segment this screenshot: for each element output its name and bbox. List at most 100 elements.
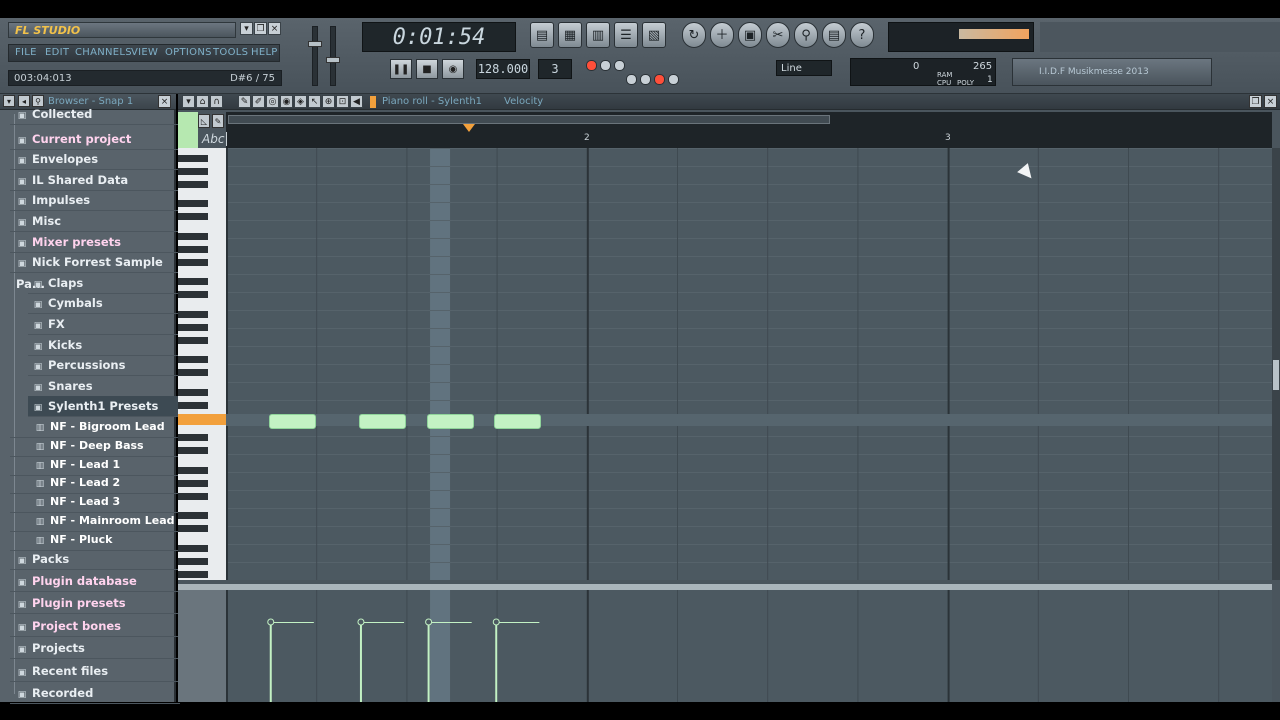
- black-key[interactable]: [178, 570, 208, 578]
- browser-folder[interactable]: ▣ IL Shared Data: [10, 170, 180, 191]
- project-info-icon[interactable]: ▤: [822, 22, 846, 48]
- playlist-icon[interactable]: ▤: [530, 22, 554, 48]
- pattern-selector[interactable]: 3: [538, 59, 572, 79]
- black-key[interactable]: [178, 447, 208, 454]
- velocity-editor[interactable]: [226, 590, 1272, 702]
- browser-folder[interactable]: ▣ Plugin presets: [10, 593, 180, 615]
- browser-subfolder[interactable]: ▣ Cymbals: [28, 293, 178, 315]
- vertical-scroll-thumb[interactable]: [1273, 360, 1279, 390]
- minimize-icon[interactable]: ▾: [240, 22, 253, 35]
- browser-folder[interactable]: ▣ Projects: [10, 638, 180, 660]
- black-key[interactable]: [178, 492, 208, 500]
- piano-keyboard[interactable]: [178, 148, 226, 580]
- browser-subfolder[interactable]: ▣ Kicks: [28, 335, 178, 356]
- zoom-tool-icon[interactable]: ⊕: [322, 95, 335, 108]
- record-button[interactable]: ◉: [442, 59, 464, 79]
- note[interactable]: [494, 414, 542, 429]
- magnet-icon[interactable]: ⌂: [196, 95, 209, 108]
- stop-button[interactable]: ■: [416, 59, 438, 79]
- black-key[interactable]: [178, 232, 208, 240]
- menu-help[interactable]: HELP: [251, 47, 278, 58]
- target-channel-tab[interactable]: [178, 112, 198, 148]
- black-key[interactable]: [178, 310, 208, 318]
- black-key[interactable]: [178, 388, 208, 396]
- browser-subfolder-selected[interactable]: ▣ Sylenth1 Presets: [28, 396, 178, 418]
- black-key[interactable]: [178, 200, 208, 207]
- snap-led[interactable]: [667, 74, 679, 85]
- browser-subfolder[interactable]: ▣ Percussions: [28, 355, 178, 377]
- black-key[interactable]: [178, 356, 208, 363]
- blend-led[interactable]: [626, 74, 637, 85]
- browser-folder[interactable]: ▣ Project bones: [10, 616, 180, 637]
- browser-folder[interactable]: ▣ Mixer presets: [10, 232, 180, 253]
- browser-folder[interactable]: ▣ Current project: [10, 129, 180, 150]
- note[interactable]: [426, 414, 474, 429]
- velocity-stem[interactable]: [427, 622, 430, 702]
- new-pattern-icon[interactable]: ＋: [710, 22, 734, 48]
- restore-icon[interactable]: ❐: [254, 22, 267, 35]
- browser-icon[interactable]: ☰: [614, 22, 638, 48]
- note[interactable]: [268, 414, 316, 429]
- black-key[interactable]: [178, 180, 208, 188]
- save-icon[interactable]: ▣: [738, 22, 762, 48]
- browser-folder[interactable]: ▣ Misc: [10, 211, 180, 232]
- black-key[interactable]: [178, 258, 208, 266]
- note[interactable]: [358, 414, 407, 429]
- menu-tools[interactable]: TOOLS: [213, 47, 248, 58]
- velocity-handle[interactable]: [267, 618, 275, 626]
- vertical-scrollbar[interactable]: [1272, 148, 1280, 580]
- velocity-handle[interactable]: [425, 618, 433, 626]
- help-icon[interactable]: ?: [850, 22, 874, 48]
- loop-record-led[interactable]: [653, 74, 665, 85]
- velocity-stem[interactable]: [359, 622, 362, 702]
- snap-icon[interactable]: ∩: [210, 95, 223, 108]
- black-key[interactable]: [178, 434, 208, 441]
- mute-tool-icon[interactable]: ◉: [280, 95, 293, 108]
- main-volume-slider[interactable]: [308, 26, 322, 86]
- draw-tool-icon[interactable]: ✎: [238, 95, 251, 108]
- timeline-ruler[interactable]: 2 3: [226, 112, 1272, 148]
- delete-tool-icon[interactable]: ◎: [266, 95, 279, 108]
- black-key[interactable]: [178, 154, 208, 162]
- browser-folder[interactable]: ▣ Plugin database: [10, 571, 180, 592]
- browser-subfolder[interactable]: ▣ FX: [28, 314, 178, 335]
- countdown-led[interactable]: [599, 60, 611, 71]
- cut-icon[interactable]: ✂: [766, 22, 790, 48]
- menu-channels[interactable]: CHANNELS: [75, 47, 132, 58]
- playback-tool-icon[interactable]: ⊡: [336, 95, 349, 108]
- piano-roll-title[interactable]: Piano roll - Sylenth1: [382, 96, 482, 107]
- news-panel[interactable]: I.I.D.F Musikmesse 2013: [1012, 58, 1212, 86]
- stamp-icon[interactable]: ◺: [198, 114, 210, 128]
- browser-subfolder[interactable]: ▣ Snares: [28, 376, 178, 397]
- slice-tool-icon[interactable]: ◈: [294, 95, 307, 108]
- paint-tool-icon[interactable]: ✐: [252, 95, 265, 108]
- black-key[interactable]: [178, 525, 208, 532]
- black-key[interactable]: [178, 479, 208, 487]
- typing-kb-led[interactable]: [639, 74, 651, 85]
- timeline-scrollbar[interactable]: [228, 115, 830, 124]
- browser-folder[interactable]: ▣ Recorded: [10, 683, 180, 704]
- black-key[interactable]: [178, 245, 208, 253]
- metronome-led[interactable]: [586, 60, 597, 71]
- velocity-stem[interactable]: [269, 622, 272, 702]
- browser-folder[interactable]: ▣ Envelopes: [10, 149, 180, 171]
- step-edit-led[interactable]: [613, 60, 625, 71]
- black-key[interactable]: [178, 167, 208, 175]
- fl-studio-logo[interactable]: FL STUDIO: [8, 22, 236, 38]
- black-key[interactable]: [178, 369, 208, 376]
- velocity-handle[interactable]: [492, 618, 500, 626]
- velocity-handle[interactable]: [357, 618, 365, 626]
- black-key[interactable]: [178, 213, 208, 220]
- browser-folder[interactable]: ▣ Nick Forrest Sample Pa...: [10, 252, 180, 291]
- black-key[interactable]: [178, 401, 208, 409]
- black-key[interactable]: [178, 278, 208, 285]
- black-key[interactable]: [178, 291, 208, 298]
- song-time-display[interactable]: 0:01:54: [362, 22, 516, 52]
- tempo-display[interactable]: 128.000: [476, 59, 530, 79]
- step-sequencer-icon[interactable]: ▦: [558, 22, 582, 48]
- snap-selector[interactable]: Line: [776, 60, 832, 76]
- pencil-icon[interactable]: ✎: [212, 114, 224, 128]
- menu-options[interactable]: OPTIONS: [165, 47, 212, 58]
- browser-folder[interactable]: ▣ Recent files: [10, 661, 180, 682]
- velocity-stem[interactable]: [495, 622, 498, 702]
